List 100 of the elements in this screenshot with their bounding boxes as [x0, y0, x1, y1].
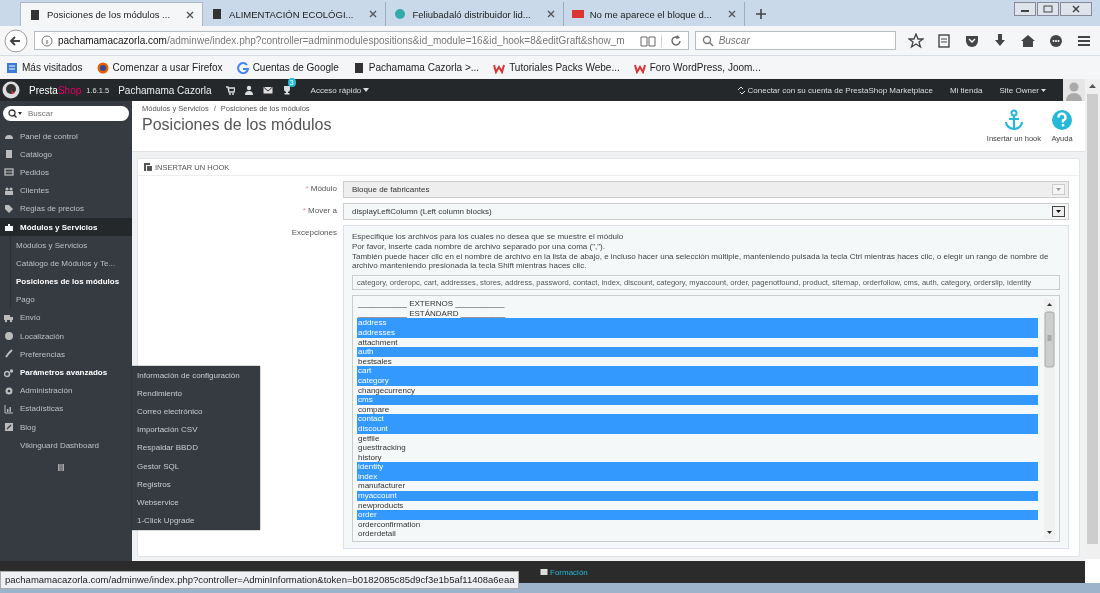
sidebar-menu-item[interactable]: Estadísticas	[0, 399, 132, 418]
sidebar-menu-item[interactable]: Clientes	[0, 181, 132, 200]
flyout-menu-item[interactable]: Gestor SQL	[132, 456, 260, 476]
flyout-menu-item[interactable]: Respaldar BBDD	[132, 438, 260, 457]
shop-name[interactable]: Pachamama Cazorla	[118, 84, 212, 96]
my-shop-link[interactable]: Mi tienda	[949, 85, 983, 95]
home-icon[interactable]	[1020, 32, 1037, 49]
flyout-menu-item[interactable]: Importación CSV	[132, 420, 260, 439]
list-option[interactable]: getfile	[357, 433, 1038, 444]
flyout-menu-item[interactable]: Rendimiento	[132, 384, 260, 403]
back-icon[interactable]	[4, 28, 28, 53]
list-option[interactable]: orderconfirmation	[357, 519, 1038, 530]
quick-access-menu[interactable]: Acceso rápido	[310, 85, 370, 95]
submenu-item[interactable]: Módulos y Servicios	[11, 236, 132, 255]
truck-icon	[4, 312, 14, 323]
clipboard-icon[interactable]	[936, 32, 953, 49]
sidebar-menu-item[interactable]: Preferencias	[0, 345, 132, 364]
reader-icon[interactable]	[639, 34, 656, 47]
flyout-menu-item[interactable]: Registros	[132, 475, 260, 494]
page-title: Posiciones de los módulos	[142, 116, 332, 134]
envelope-icon[interactable]	[262, 85, 273, 95]
bookmark-link[interactable]: Pachamama Cazorla >...	[368, 62, 480, 73]
minimize-icon[interactable]	[1014, 2, 1036, 16]
flyout-menu-item[interactable]: Webservice	[132, 493, 260, 512]
marketplace-link[interactable]: Conectar con su cuenta de PrestaShop Marketplace	[736, 85, 933, 95]
list-option[interactable]: compare	[357, 404, 1038, 415]
caret-icon	[363, 88, 370, 92]
sidebar-menu-item[interactable]: Administración	[0, 381, 132, 400]
close-icon[interactable]	[186, 10, 195, 19]
sidebar-menu-item[interactable]: Vikinguard Dashboard	[0, 436, 132, 455]
sidebar-menu-item[interactable]: Pedidos	[0, 163, 132, 182]
sidebar-search-input[interactable]: Buscar	[28, 109, 108, 118]
sidebar-menu-item[interactable]: Catálogo	[0, 145, 132, 164]
bookmark-link[interactable]: Más visitados	[22, 62, 83, 73]
list-option[interactable]: newproducts	[357, 500, 1038, 511]
link-icon	[736, 85, 746, 95]
list-option[interactable]: orderdetail	[357, 529, 1038, 540]
help-text: Especifique los archivos para los cuales no desea que se muestre el módulo	[352, 232, 625, 242]
sidebar-menu-item[interactable]: Parámetros avanzados	[0, 363, 132, 382]
list-option[interactable]: changecurrency	[357, 385, 1038, 396]
bookmark-link[interactable]: Tutoriales Packs Webe...	[509, 62, 620, 73]
field-label: * Mover a	[301, 205, 338, 215]
bookmark-link[interactable]: Foro WordPress, Joom...	[649, 62, 761, 73]
search-field[interactable]: Buscar	[694, 31, 897, 50]
bookmark-link[interactable]: Cuentas de Google	[252, 62, 339, 73]
reload-icon[interactable]	[660, 34, 682, 47]
list-option[interactable]: ___________ ESTÁNDARD __________	[357, 308, 1038, 319]
list-option[interactable]: bestsales	[357, 356, 1038, 367]
new-tab-icon[interactable]	[754, 8, 767, 20]
trophy-icon[interactable]	[281, 85, 292, 95]
tag-icon	[4, 203, 14, 214]
cart-icon[interactable]	[224, 85, 235, 95]
dropdown-field[interactable]: displayLeftColumn (Left column blocks)	[343, 203, 1069, 220]
page-icon	[211, 8, 224, 20]
star-icon[interactable]	[908, 32, 925, 49]
file-list-box[interactable]	[352, 295, 1060, 543]
page-scrollbar-icon[interactable]	[1085, 79, 1100, 559]
list-option[interactable]: attachment	[357, 337, 1038, 348]
training-link[interactable]: Formación	[540, 567, 588, 577]
submenu-item[interactable]: Catálogo de Módulos y Te...	[11, 254, 132, 273]
sidebar-menu-item[interactable]: Envío	[0, 308, 132, 328]
close-icon[interactable]	[546, 10, 555, 18]
sidebar-menu-item[interactable]: Panel de control	[0, 127, 132, 146]
people-icon	[4, 185, 14, 196]
pencil-square-icon	[4, 422, 14, 433]
chat-icon[interactable]	[1048, 32, 1065, 49]
sidebar-menu-item[interactable]: Reglas de precios	[0, 199, 132, 218]
help-text: También puede hacer clic en el nombre de archivo en la lista de abajo, e incluso hacer una selección múltiple, manteniendo pulsada la tecla Ctrl mientras haces clic, o elegir un rango de nombre de archivo manteniendo presionada la tecla Shift mientras haces clic.	[352, 251, 1050, 272]
list-option[interactable]: history	[357, 452, 1038, 463]
close-icon[interactable]	[1060, 2, 1092, 16]
list-option[interactable]: manufacturer	[357, 481, 1038, 492]
search-icon	[701, 34, 714, 47]
bookmarks-icon	[6, 61, 18, 74]
page-icon	[352, 61, 365, 74]
status-url-tooltip: pachamamacazorla.com/adminwe/index.php?controller=AdminInformation&token=b0182085c85d9cf3e1b5af11408a6eaa	[0, 571, 520, 589]
sidebar-menu-item[interactable]: Blog	[0, 418, 132, 437]
bookmark-link[interactable]: Comenzar a usar Firefox	[112, 62, 223, 73]
address-bar[interactable]: pachamamacazorla.com/adminwe/index.php?controller=adminmodulespositions&id_module=16&id_hook=8&editGraft&show_m	[33, 31, 689, 50]
close-icon[interactable]	[369, 10, 378, 18]
google-g-icon	[236, 61, 249, 74]
search-icon	[8, 109, 22, 118]
list-option[interactable]: guesttracking	[357, 443, 1038, 453]
sidebar-menu-item[interactable]: Módulos y Servicios	[0, 217, 132, 237]
scrollbar-icon[interactable]	[1044, 299, 1055, 540]
flyout-menu-item[interactable]: 1-Click Upgrade	[132, 511, 260, 530]
collapse-icon[interactable]	[58, 464, 64, 472]
search-input[interactable]: Buscar	[718, 35, 889, 46]
close-icon[interactable]	[727, 10, 736, 18]
submenu-item[interactable]: Posiciones de los módulos	[11, 272, 132, 291]
page-icon	[29, 8, 41, 21]
person-icon[interactable]	[243, 85, 254, 95]
list-option[interactable]: ___________ EXTERNOS ___________	[357, 299, 1038, 309]
submenu-item[interactable]: Pago	[11, 290, 132, 309]
help-text: Por favor, inserte cada nombre de archivo separado por una coma (",").	[352, 241, 606, 252]
sidebar-menu-item[interactable]: Localización	[0, 327, 132, 346]
sidebar-search-field[interactable]: Buscar	[3, 106, 129, 121]
user-menu[interactable]: Site Owner	[999, 85, 1046, 95]
browser-tab[interactable]: Posiciones de los módulos ...	[20, 2, 204, 26]
flyout-menu-item[interactable]: Información de configuración	[132, 366, 260, 385]
flyout-menu-item[interactable]: Correo electrónico	[132, 402, 260, 421]
